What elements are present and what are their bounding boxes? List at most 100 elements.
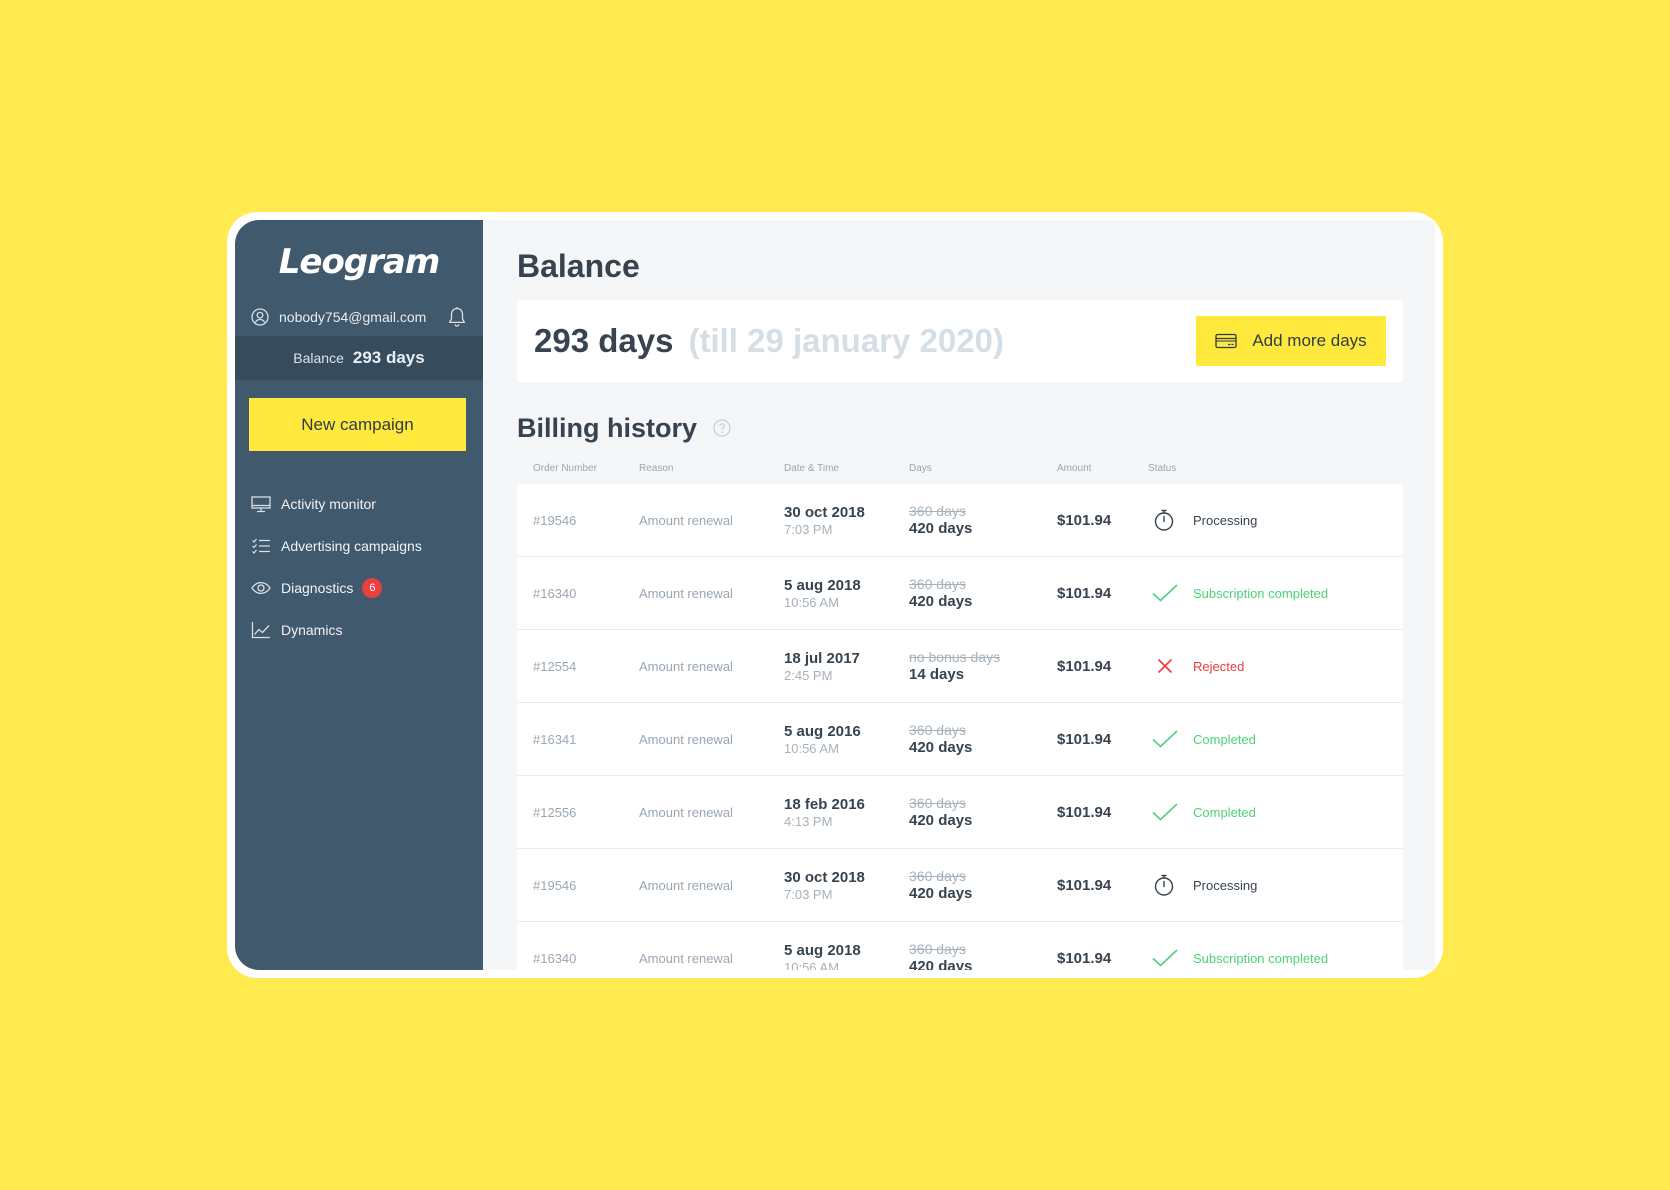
stopwatch-icon [1154, 509, 1174, 531]
order-number[interactable]: #12554 [533, 659, 639, 674]
time: 2:45 PM [784, 667, 833, 683]
sidebar-item-dynamics[interactable]: Dynamics [235, 609, 483, 651]
bell-icon[interactable] [447, 306, 467, 328]
date-time: 30 oct 2018 7:03 PM [784, 504, 909, 537]
date-time: 18 jul 2017 2:45 PM [784, 650, 909, 683]
date: 18 jul 2017 [784, 649, 860, 667]
time: 7:03 PM [784, 521, 833, 537]
checklist-icon [252, 538, 270, 554]
header-reason[interactable]: Reason [639, 463, 784, 474]
header-order-number[interactable]: Order Number [533, 463, 639, 474]
header-status[interactable]: Status [1148, 463, 1403, 474]
time: 7:03 PM [784, 886, 833, 902]
sidebar-balance-label: Balance [293, 350, 344, 366]
old-days: no bonus days [909, 649, 1001, 665]
balance-till-date: (till 29 january 2020) [688, 322, 1004, 359]
user-icon [251, 308, 269, 326]
reason: Amount renewal [639, 585, 733, 601]
order-number[interactable]: #19546 [533, 878, 639, 893]
sidebar-item-label: Advertising campaigns [281, 538, 422, 554]
user-row: nobody754@gmail.com [235, 298, 483, 336]
old-days: 360 days [909, 722, 966, 738]
old-days: 360 days [909, 503, 966, 519]
status-text: Processing [1193, 877, 1258, 893]
sidebar-item-activity-monitor[interactable]: Activity monitor [235, 483, 483, 525]
app-logo: Leogram [278, 242, 441, 282]
days-cell: no bonus days 14 days [909, 649, 1057, 683]
reason: Amount renewal [639, 877, 733, 893]
reason: Amount renewal [639, 658, 733, 674]
new-days: 420 days [909, 520, 973, 537]
date: 30 oct 2018 [784, 868, 865, 886]
help-icon[interactable] [713, 419, 731, 437]
status-badge: Subscription completed [1148, 581, 1403, 605]
table-row[interactable]: #19546 Amount renewal 30 oct 2018 7:03 PM 36… [517, 849, 1403, 922]
table-row[interactable]: #16341 Amount renewal 5 aug 2016 10:56 AM 36… [517, 703, 1403, 776]
time: 4:13 PM [784, 813, 833, 829]
days-cell: 360 days 420 days [909, 795, 1057, 829]
date: 5 aug 2018 [784, 576, 861, 594]
time: 10:56 AM [784, 959, 839, 971]
close-icon [1157, 658, 1173, 674]
main-content: Balance 293 days (till 29 january 2020) … [483, 220, 1435, 970]
status-badge: Completed [1148, 727, 1403, 751]
days-cell: 360 days 420 days [909, 576, 1057, 610]
order-number[interactable]: #16340 [533, 951, 639, 966]
stopwatch-icon [1154, 874, 1174, 896]
order-number[interactable]: #12556 [533, 805, 639, 820]
table-row[interactable]: #19546 Amount renewal 30 oct 2018 7:03 PM 36… [517, 484, 1403, 557]
balance-card: 293 days (till 29 january 2020) Add more… [517, 300, 1403, 382]
credit-card-icon [1215, 333, 1237, 349]
header-date-time[interactable]: Date & Time [784, 463, 909, 474]
diagnostics-badge: 6 [362, 578, 383, 598]
amount: $101.94 [1057, 949, 1112, 967]
table-row[interactable]: #12556 Amount renewal 18 feb 2016 4:13 PM 36… [517, 776, 1403, 849]
days-cell: 360 days 420 days [909, 941, 1057, 970]
status-text: Completed [1193, 804, 1256, 820]
reason: Amount renewal [639, 512, 733, 528]
date-time: 30 oct 2018 7:03 PM [784, 869, 909, 902]
sidebar-item-advertising-campaigns[interactable]: Advertising campaigns [235, 525, 483, 567]
sidebar-balance: Balance 293 days [235, 336, 483, 380]
date: 5 aug 2016 [784, 722, 861, 740]
date-time: 5 aug 2016 10:56 AM [784, 723, 909, 756]
new-days: 420 days [909, 958, 973, 970]
sidebar-nav: Activity monitor Advertising campaigns D… [235, 483, 483, 651]
date-time: 18 feb 2016 4:13 PM [784, 796, 909, 829]
check-icon [1152, 949, 1178, 967]
status-text: Processing [1193, 512, 1258, 528]
page-title: Balance [517, 248, 640, 284]
date-time: 5 aug 2018 10:56 AM [784, 942, 909, 971]
days-cell: 360 days 420 days [909, 503, 1057, 537]
reason: Amount renewal [639, 950, 733, 966]
new-days: 420 days [909, 739, 973, 756]
status-text: Subscription completed [1193, 585, 1329, 601]
date-time: 5 aug 2018 10:56 AM [784, 577, 909, 610]
eye-icon [251, 581, 271, 595]
table-row[interactable]: #16340 Amount renewal 5 aug 2018 10:56 AM 36… [517, 922, 1403, 970]
status-badge: Subscription completed [1148, 946, 1403, 970]
table-row[interactable]: #16340 Amount renewal 5 aug 2018 10:56 AM 36… [517, 557, 1403, 630]
status-badge: Processing [1148, 873, 1403, 897]
order-number[interactable]: #16341 [533, 732, 639, 747]
order-number[interactable]: #16340 [533, 586, 639, 601]
billing-table-body: #19546 Amount renewal 30 oct 2018 7:03 PM 36… [517, 484, 1435, 970]
date: 5 aug 2018 [784, 941, 861, 959]
sidebar-item-diagnostics[interactable]: Diagnostics 6 [235, 567, 483, 609]
device-frame: Leogram nobody754@gmail.com Balance 293 … [227, 212, 1443, 978]
reason: Amount renewal [639, 731, 733, 747]
status-text: Completed [1193, 731, 1256, 747]
status-text: Subscription completed [1193, 950, 1329, 966]
table-row[interactable]: #12554 Amount renewal 18 jul 2017 2:45 PM no… [517, 630, 1403, 703]
order-number[interactable]: #19546 [533, 513, 639, 528]
add-more-days-button[interactable]: Add more days [1196, 316, 1386, 366]
sidebar-balance-value: 293 days [352, 348, 425, 367]
header-amount[interactable]: Amount [1057, 463, 1148, 474]
sidebar-item-label: Dynamics [281, 622, 343, 638]
sidebar-item-label: Diagnostics [281, 580, 354, 596]
billing-history-heading: Billing history [517, 412, 698, 443]
header-days[interactable]: Days [909, 463, 1057, 474]
new-campaign-button[interactable]: New campaign [249, 398, 466, 451]
amount: $101.94 [1057, 803, 1112, 821]
user-email[interactable]: nobody754@gmail.com [279, 309, 447, 325]
